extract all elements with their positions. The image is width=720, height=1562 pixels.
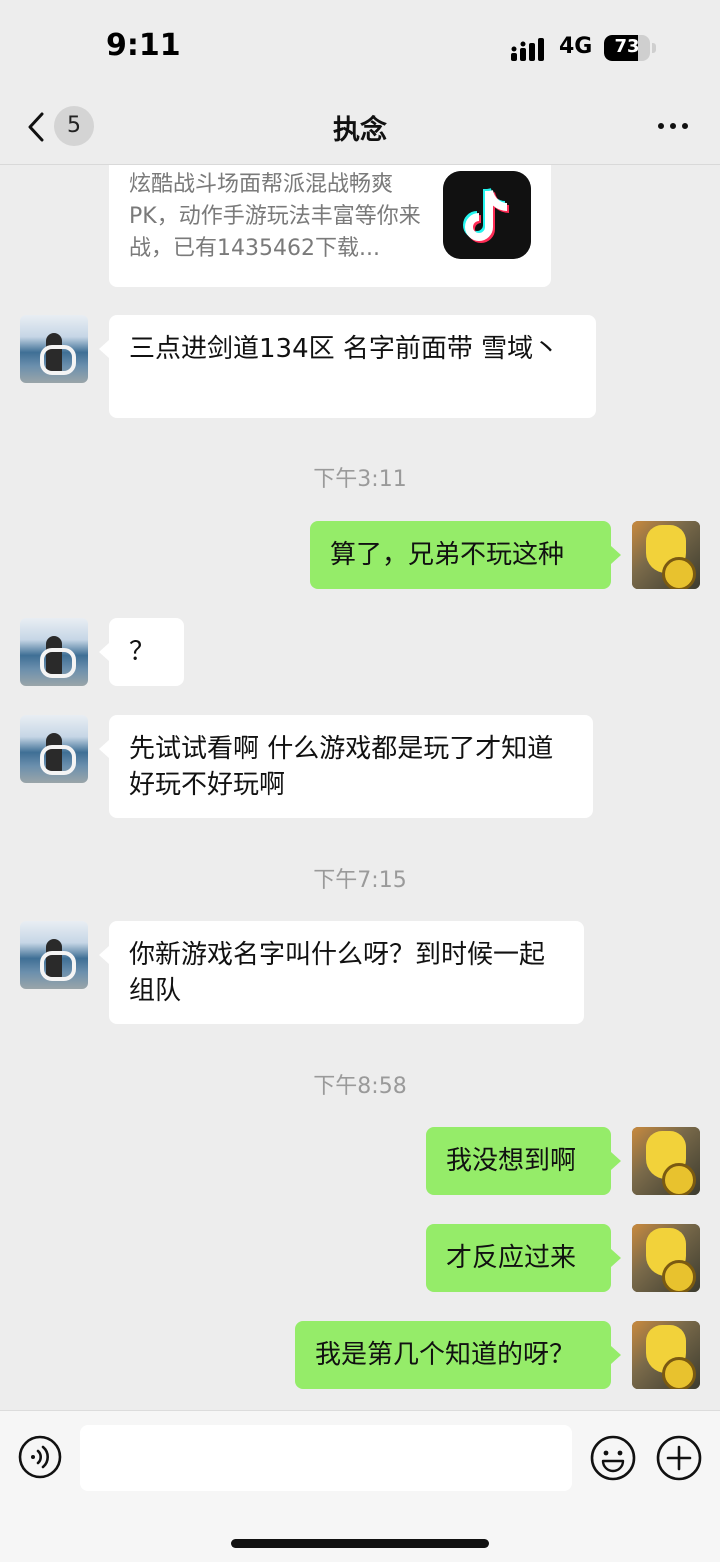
message-text: 算了，兄弟不玩这种	[330, 540, 565, 570]
status-time: 9:11	[106, 28, 181, 63]
timestamp: 下午7:15	[313, 868, 407, 893]
message-bubble[interactable]: 先试试看啊 什么游戏都是玩了才知道好玩不好玩啊	[109, 715, 593, 818]
contact-avatar[interactable]	[20, 921, 88, 989]
chat-header: 5 执念	[0, 98, 720, 165]
message-text: 才反应过来	[446, 1243, 577, 1273]
contact-avatar[interactable]	[20, 715, 88, 783]
timestamp: 下午8:58	[313, 1074, 407, 1099]
my-avatar[interactable]	[632, 1127, 700, 1195]
message-bubble[interactable]: 才反应过来	[426, 1224, 611, 1292]
battery-tip	[652, 43, 656, 53]
contact-avatar[interactable]	[20, 618, 88, 686]
bubble-tail	[611, 1152, 621, 1170]
message-list[interactable]: 炫酷战斗场面帮派混战畅爽PK，动作手游玩法丰富等你来战，已有1435462下载.…	[0, 165, 720, 1410]
my-avatar[interactable]	[632, 521, 700, 589]
shared-app-card[interactable]: 炫酷战斗场面帮派混战畅爽PK，动作手游玩法丰富等你来战，已有1435462下载.…	[109, 165, 551, 287]
message-text: 你新游戏名字叫什么呀？到时候一起组队	[129, 940, 546, 1006]
battery-icon: 73	[604, 35, 650, 61]
message-text: ？	[129, 637, 156, 667]
signal-icon	[511, 38, 544, 61]
voice-icon[interactable]	[18, 1435, 62, 1479]
emoji-icon[interactable]	[590, 1435, 636, 1481]
my-avatar[interactable]	[632, 1224, 700, 1292]
message-text: 我没想到啊	[446, 1146, 577, 1176]
message-bubble[interactable]: 三点进剑道134区 名字前面带 雪域丶	[109, 315, 596, 418]
plus-icon[interactable]	[656, 1435, 702, 1481]
bubble-tail	[611, 1346, 621, 1364]
message-input[interactable]	[80, 1425, 572, 1491]
battery-level: 73	[614, 36, 640, 57]
message-text: 我是第几个知道的呀？	[315, 1340, 576, 1370]
network-type: 4G	[559, 34, 593, 59]
card-description: 炫酷战斗场面帮派混战畅爽PK，动作手游玩法丰富等你来战，已有1435462下载.…	[129, 172, 421, 261]
contact-avatar[interactable]	[20, 315, 88, 383]
bubble-tail	[99, 643, 109, 661]
message-text: 三点进剑道134区 名字前面带 雪域丶	[129, 334, 560, 364]
my-avatar[interactable]	[632, 1321, 700, 1389]
bubble-tail	[99, 340, 109, 358]
bubble-tail	[99, 946, 109, 964]
chat-title: 执念	[333, 115, 387, 146]
input-bar	[0, 1410, 720, 1562]
timestamp: 下午3:11	[313, 467, 407, 492]
bubble-tail	[99, 740, 109, 758]
status-bar: 9:11 4G 73	[0, 0, 720, 98]
message-bubble[interactable]: 我没想到啊	[426, 1127, 611, 1195]
home-indicator	[231, 1539, 489, 1548]
more-dots-icon[interactable]	[656, 114, 690, 138]
message-text: 先试试看啊 什么游戏都是玩了才知道好玩不好玩啊	[129, 734, 554, 800]
tiktok-logo	[443, 171, 531, 259]
bubble-tail	[611, 1249, 621, 1267]
bubble-tail	[611, 546, 621, 564]
message-bubble[interactable]: 我是第几个知道的呀？	[295, 1321, 611, 1389]
message-bubble[interactable]: 你新游戏名字叫什么呀？到时候一起组队	[109, 921, 584, 1024]
message-bubble[interactable]: 算了，兄弟不玩这种	[310, 521, 611, 589]
message-bubble[interactable]: ？	[109, 618, 184, 686]
